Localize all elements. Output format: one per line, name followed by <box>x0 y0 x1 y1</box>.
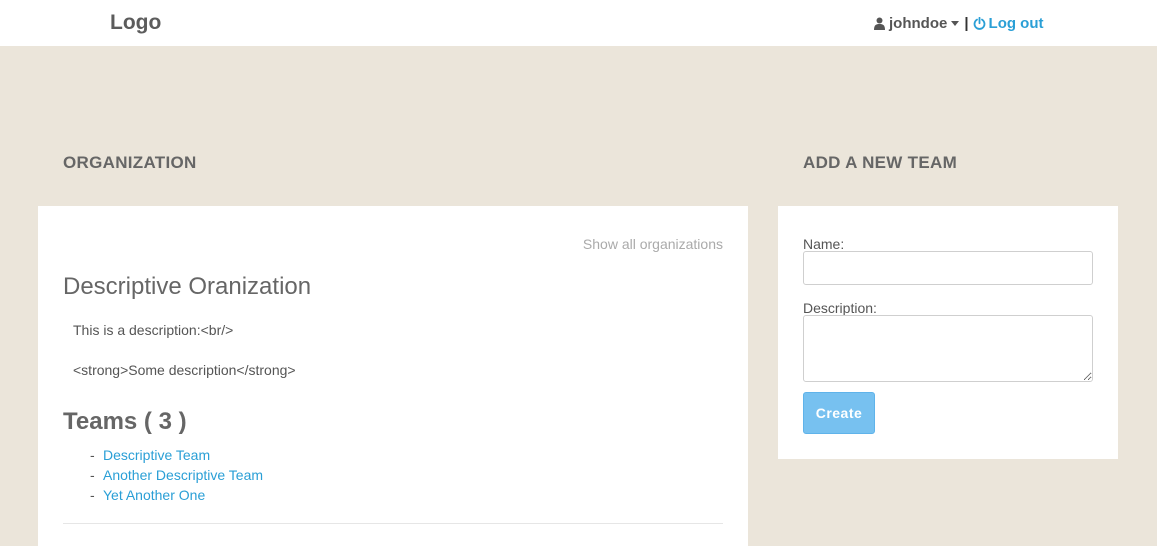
show-all-organizations-link[interactable]: Show all organizations <box>583 236 723 252</box>
add-team-section-title: ADD A NEW TEAM <box>803 153 958 172</box>
add-team-card: Name: Description: Create <box>778 206 1118 459</box>
list-item: - Yet Another One <box>90 487 206 503</box>
logout-link[interactable]: Log out <box>973 15 1044 32</box>
divider <box>63 523 723 524</box>
logo[interactable]: Logo <box>110 11 161 35</box>
organization-section-title: ORGANIZATION <box>63 153 197 172</box>
team-description-input[interactable] <box>803 315 1093 382</box>
create-button[interactable]: Create <box>803 392 875 434</box>
organization-description: This is a description:<br/> <strong>Some… <box>73 322 296 378</box>
list-item: - Another Descriptive Team <box>90 467 264 483</box>
top-navbar: Logo johndoe | Log out <box>0 0 1157 46</box>
team-link[interactable]: Yet Another One <box>103 487 205 503</box>
nav-separator: | <box>964 15 969 32</box>
caret-down-icon <box>951 21 960 26</box>
team-link[interactable]: Descriptive Team <box>103 447 210 463</box>
team-list: - Descriptive Team - Another Descriptive T… <box>90 445 263 505</box>
teams-heading: Teams ( 3 ) <box>63 408 187 435</box>
logout-label: Log out <box>988 15 1044 32</box>
organization-card: Show all organizations Descriptive Orani… <box>38 206 748 546</box>
team-link[interactable]: Another Descriptive Team <box>103 467 263 483</box>
user-icon <box>874 17 885 30</box>
username: johndoe <box>889 15 948 32</box>
organization-name: Descriptive Oranization <box>63 273 312 300</box>
team-name-input[interactable] <box>803 251 1093 285</box>
power-icon <box>973 17 985 30</box>
user-menu[interactable]: johndoe <box>874 15 963 32</box>
list-item: - Descriptive Team <box>90 447 211 463</box>
description-label: Description: <box>803 300 877 316</box>
user-nav: johndoe | Log out <box>874 15 1044 32</box>
name-label: Name: <box>803 236 845 252</box>
